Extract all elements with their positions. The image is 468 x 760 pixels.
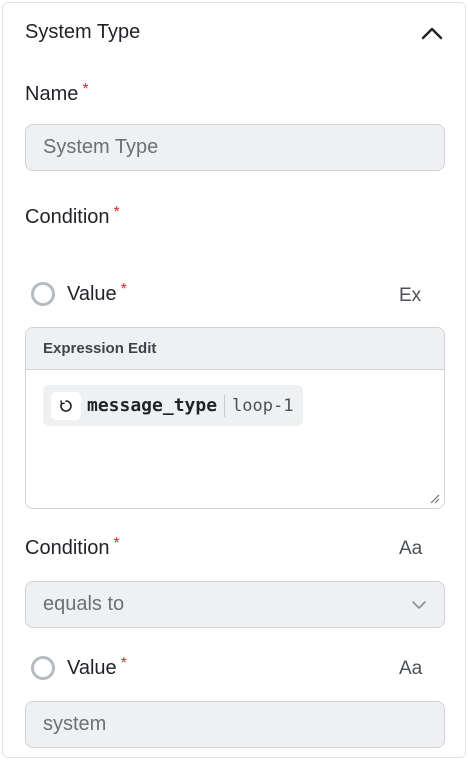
operator-select[interactable]: equals to: [25, 581, 445, 628]
condition-group-label-text: Condition: [25, 206, 110, 228]
name-input[interactable]: System Type: [25, 124, 445, 171]
operator-select-value: equals to: [43, 593, 125, 615]
left-value-radio[interactable]: [31, 282, 55, 306]
right-value-input-value: system: [43, 713, 107, 735]
name-label-text: Name: [25, 83, 79, 105]
expression-editor[interactable]: Expression Edit message_type loop-1: [25, 327, 445, 509]
chip-divider: [224, 394, 226, 417]
chevron-down-icon: [412, 601, 426, 609]
expression-mode-toggle[interactable]: Ex: [399, 285, 421, 307]
left-value-label-text: Value: [67, 283, 117, 305]
variable-icon: [51, 391, 81, 420]
required-mark: *: [120, 655, 127, 672]
variable-scope: loop-1: [232, 395, 294, 416]
chevron-up-icon[interactable]: [420, 23, 444, 43]
right-value-label-text: Value: [67, 657, 117, 679]
variable-name: message_type: [87, 395, 218, 416]
right-value-radio[interactable]: [31, 656, 55, 680]
right-value-text-mode-toggle[interactable]: Aa: [399, 658, 422, 680]
node-config-panel: System Type Name * System Type Condition…: [2, 2, 466, 758]
expression-editor-header: Expression Edit: [26, 328, 444, 370]
resize-handle-icon[interactable]: [428, 492, 440, 504]
operator-text-mode-toggle[interactable]: Aa: [399, 538, 422, 560]
condition-group-label: Condition *: [25, 204, 120, 229]
required-mark: *: [120, 281, 127, 298]
required-mark: *: [82, 81, 89, 98]
required-mark: *: [113, 535, 120, 552]
right-value-input[interactable]: system: [25, 701, 445, 748]
section-title: System Type: [25, 21, 141, 43]
operator-label: Condition *: [25, 535, 120, 560]
required-mark: *: [113, 204, 120, 221]
operator-label-text: Condition: [25, 537, 110, 559]
right-value-label: Value *: [67, 655, 127, 680]
variable-chip[interactable]: message_type loop-1: [43, 385, 304, 426]
name-label: Name *: [25, 81, 89, 106]
name-input-value: System Type: [43, 136, 159, 158]
left-value-label: Value *: [67, 281, 127, 306]
